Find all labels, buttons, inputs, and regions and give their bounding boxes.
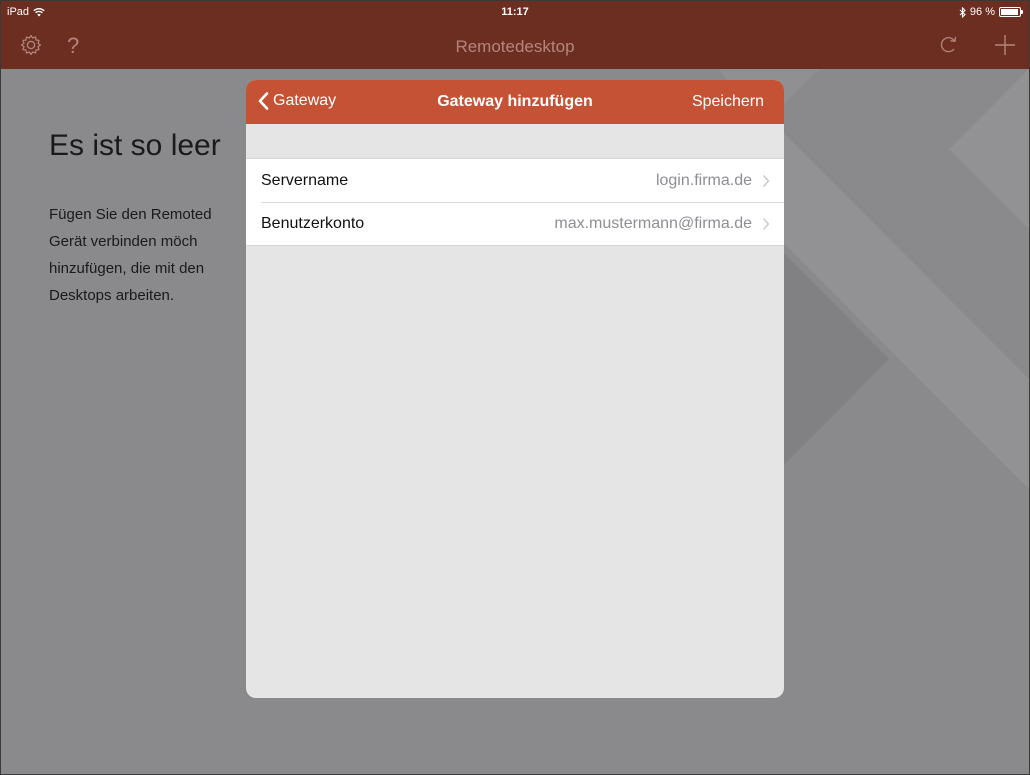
user-account-row[interactable]: Benutzerkonto max.mustermann@firma.de — [246, 202, 784, 245]
nav-title: Remotedesktop — [455, 37, 575, 56]
row-value: max.mustermann@firma.de — [554, 214, 752, 232]
app-window: iPad 11:17 96 % ? Remotedesktop Es ist s… — [0, 0, 1030, 775]
battery-percent: 96 % — [969, 6, 995, 18]
refresh-icon[interactable] — [937, 33, 963, 59]
nav-bar: ? Remotedesktop — [1, 23, 1029, 69]
status-bar: iPad 11:17 96 % — [1, 1, 1029, 23]
plus-icon[interactable] — [993, 33, 1019, 59]
row-value: login.firma.de — [655, 171, 752, 189]
modal-header: Gateway Gateway hinzufügen Speichern — [246, 80, 784, 124]
empty-state-heading: Es ist so leer — [49, 129, 221, 162]
row-label: Servername — [261, 171, 349, 189]
status-time: 11:17 — [501, 6, 529, 18]
battery-icon — [999, 7, 1023, 17]
servername-row[interactable]: Servername login.firma.de — [246, 159, 784, 202]
bluetooth-icon — [959, 6, 966, 18]
status-right: 96 % — [959, 6, 1023, 18]
settings-list: Servername login.firma.de Benutzerkonto … — [246, 158, 784, 246]
chevron-right-icon — [762, 174, 770, 187]
battery-fill — [1001, 9, 1019, 15]
add-gateway-modal: Gateway Gateway hinzufügen Speichern Ser… — [246, 80, 784, 698]
save-button[interactable]: Speichern — [692, 93, 764, 111]
chevron-right-icon — [762, 217, 770, 230]
row-label: Benutzerkonto — [261, 214, 365, 232]
